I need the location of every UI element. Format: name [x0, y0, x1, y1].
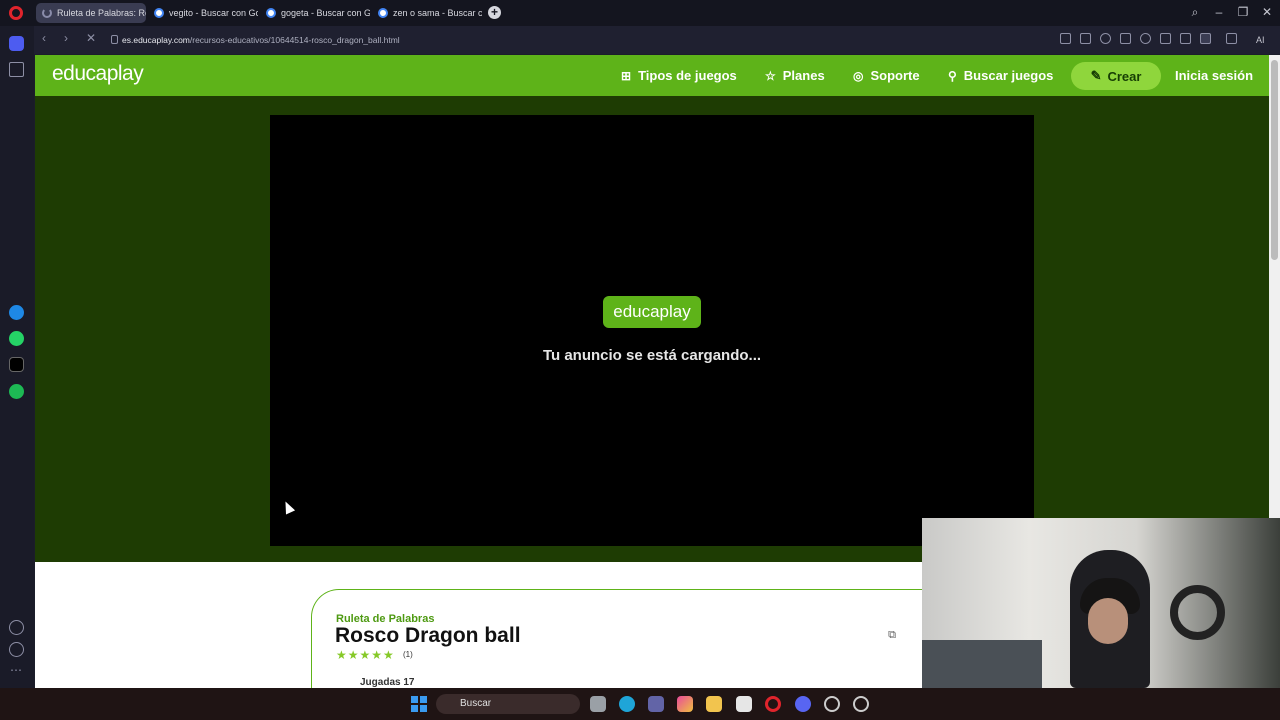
scrollbar-thumb[interactable]	[1271, 60, 1278, 260]
webcam-steering-wheel	[1170, 585, 1225, 640]
edge-icon[interactable]	[619, 696, 635, 712]
heart-icon[interactable]	[9, 620, 24, 635]
webcam-bed	[922, 640, 1042, 688]
messenger-icon[interactable]	[9, 305, 24, 320]
app-icon[interactable]	[853, 696, 869, 712]
minimize-icon[interactable]: –	[1211, 5, 1227, 19]
menu-icon[interactable]	[1180, 33, 1191, 44]
history-icon[interactable]	[9, 642, 24, 657]
file-explorer-icon[interactable]	[706, 696, 722, 712]
tab-title: Ruleta de Palabras: Rosco	[57, 8, 146, 18]
close-icon[interactable]: ✕	[1259, 5, 1275, 19]
ai-button[interactable]: AI	[1256, 35, 1265, 45]
lock-icon[interactable]	[111, 35, 118, 44]
search-games-icon: ⚲	[948, 68, 957, 83]
create-icon: ✎	[1090, 68, 1102, 83]
nav-tipos-de-juegos[interactable]: ⊞ Tipos de juegos	[621, 68, 737, 83]
tab-ruleta[interactable]: Ruleta de Palabras: Rosco	[36, 3, 146, 23]
ad-container[interactable]	[270, 115, 1034, 546]
nav-planes[interactable]: ☆ Planes	[765, 68, 825, 83]
tab-title: zen o sama - Buscar con Google	[393, 8, 482, 18]
url-field[interactable]: es.educaplay.com/recursos-educativos/106…	[122, 30, 1222, 50]
store-icon[interactable]	[736, 696, 752, 712]
nav-buscar-juegos[interactable]: ⚲ Buscar juegos	[948, 68, 1053, 83]
taskbar-search[interactable]: Buscar	[436, 694, 580, 714]
rating-count: (1)	[403, 650, 413, 659]
url-domain: es.educaplay.com	[122, 35, 190, 45]
star-icon: ☆	[765, 68, 776, 83]
download-icon[interactable]	[1160, 33, 1171, 44]
plays-count: Jugadas 17	[360, 677, 415, 688]
nav-label: Tipos de juegos	[638, 68, 737, 83]
edit-icon[interactable]	[1060, 33, 1071, 44]
nav-soporte[interactable]: ◎ Soporte	[853, 68, 920, 83]
educaplay-logo[interactable]: educaplay	[52, 62, 144, 86]
teams-icon[interactable]	[648, 696, 664, 712]
copilot-icon[interactable]	[677, 696, 693, 712]
task-view-icon[interactable]	[590, 696, 606, 712]
crear-button[interactable]: ✎ Crear	[1071, 62, 1161, 90]
tab-gogeta[interactable]: gogeta - Buscar con Google	[260, 3, 370, 23]
windows-start-icon[interactable]	[411, 696, 427, 712]
forward-icon[interactable]: ›	[64, 31, 68, 45]
restore-icon[interactable]: ❐	[1235, 5, 1251, 19]
extensions-icon[interactable]	[1226, 33, 1237, 44]
back-icon[interactable]: ‹	[42, 31, 46, 45]
star-icon[interactable]	[9, 62, 24, 77]
webcam-face	[1088, 598, 1128, 644]
opera-logo-icon[interactable]	[9, 6, 23, 20]
home-icon[interactable]	[9, 36, 24, 51]
google-icon	[378, 8, 388, 18]
tiktok-icon[interactable]	[9, 357, 24, 372]
logitech-icon[interactable]	[824, 696, 840, 712]
support-icon: ◎	[853, 68, 864, 83]
loading-icon	[42, 8, 52, 18]
grid-icon: ⊞	[621, 68, 632, 83]
more-icon[interactable]: ⋯	[10, 663, 22, 677]
google-icon	[266, 8, 276, 18]
google-icon	[154, 8, 164, 18]
windows-taskbar	[0, 688, 1280, 720]
rating-stars: ★★★★★	[336, 648, 395, 662]
tab-zen-o-sama[interactable]: zen o sama - Buscar con Google	[372, 3, 482, 23]
search-tabs-icon[interactable]: ⌕	[1187, 5, 1203, 20]
whatsapp-icon[interactable]	[9, 331, 24, 346]
tab-vegito[interactable]: vegito - Buscar con Google	[148, 3, 258, 23]
camera-icon[interactable]	[1080, 33, 1091, 44]
nav-label: Planes	[782, 68, 825, 83]
tab-title: vegito - Buscar con Google	[169, 8, 258, 18]
login-link[interactable]: Inicia sesión	[1175, 68, 1253, 83]
stop-loading-icon[interactable]: ✕	[86, 31, 96, 45]
game-title: Rosco Dragon ball	[335, 624, 521, 647]
copy-icon[interactable]: ⧉	[882, 625, 902, 645]
new-tab-button[interactable]: +	[488, 6, 501, 19]
profile-icon[interactable]	[1200, 33, 1211, 44]
shield-icon[interactable]	[1100, 33, 1111, 44]
ad-educaplay-logo: educaplay	[603, 296, 701, 328]
ad-loading-message: Tu anuncio se está cargando...	[542, 347, 762, 364]
tab-title: gogeta - Buscar con Google	[281, 8, 370, 18]
url-path: /recursos-educativos/10644514-rosco_drag…	[189, 35, 400, 45]
nav-label: Soporte	[870, 68, 920, 83]
nav-label: Buscar juegos	[963, 68, 1054, 83]
opera-taskbar-icon[interactable]	[765, 696, 781, 712]
spotify-icon[interactable]	[9, 384, 24, 399]
discord-icon[interactable]	[795, 696, 811, 712]
play-icon[interactable]	[1120, 33, 1131, 44]
heart-icon[interactable]	[1140, 33, 1151, 44]
crear-label: Crear	[1107, 68, 1142, 84]
